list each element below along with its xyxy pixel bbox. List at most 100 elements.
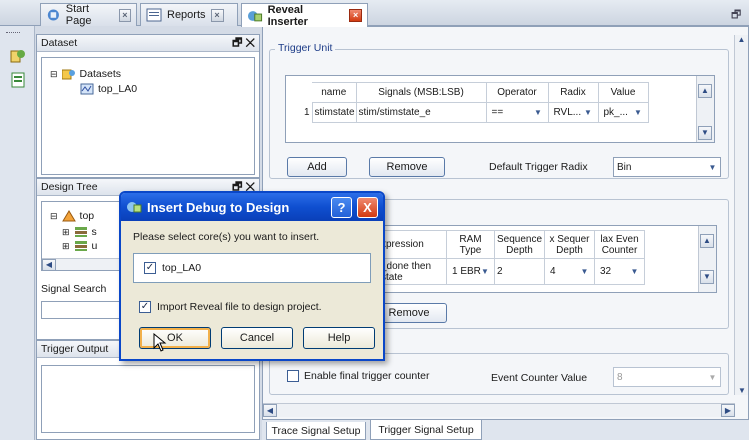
- event-counter-select[interactable]: 8 ▼: [613, 367, 721, 387]
- chevron-down-icon[interactable]: ▼: [584, 108, 593, 117]
- tree-node-child[interactable]: ⊞ u: [62, 240, 97, 252]
- main-horizontal-scrollbar[interactable]: ◀ ▶: [263, 403, 735, 417]
- scroll-right-icon[interactable]: ▶: [721, 404, 735, 417]
- core-checkbox[interactable]: ✓: [144, 262, 156, 274]
- ram-type-select[interactable]: 1 EBR ▼: [449, 263, 492, 280]
- tree-node-datasets[interactable]: ⊟ Datasets: [50, 68, 121, 80]
- restore-window-icon[interactable]: 🗗: [731, 6, 741, 25]
- cancel-button[interactable]: Cancel: [221, 327, 293, 349]
- column-header[interactable]: Operator: [485, 82, 549, 103]
- float-icon[interactable]: 🗗: [232, 37, 242, 49]
- column-header[interactable]: name: [312, 82, 357, 103]
- tab-trace-signal-setup[interactable]: Trace Signal Setup: [266, 422, 366, 440]
- import-reveal-option[interactable]: ✓ Import Reveal file to design project.: [139, 301, 322, 313]
- remove-trigger-unit-button[interactable]: Remove: [369, 157, 445, 177]
- tree-node-child[interactable]: ⊞ s: [62, 226, 97, 238]
- signals-cell[interactable]: stim/stimstate_e: [355, 102, 487, 123]
- default-radix-select[interactable]: Bin ▼: [613, 157, 721, 177]
- column-header[interactable]: xpression: [378, 230, 447, 259]
- chevron-down-icon[interactable]: ▼: [634, 108, 643, 117]
- tab-reports[interactable]: Reports ×: [140, 3, 238, 26]
- import-checkbox[interactable]: ✓: [139, 301, 151, 313]
- chevron-down-icon[interactable]: ▼: [534, 108, 543, 117]
- enable-final-counter-checkbox[interactable]: [287, 370, 299, 382]
- max-event-counter-cell[interactable]: 32 ▼: [594, 258, 645, 285]
- value-cell[interactable]: pk_... ▼: [597, 102, 649, 123]
- max-event-counter-value: 32: [600, 266, 612, 277]
- close-icon[interactable]: X: [357, 196, 378, 218]
- column-header[interactable]: x Sequer Depth: [544, 230, 595, 259]
- bottom-tab-strip: Trace Signal Setup Trigger Signal Setup: [262, 420, 749, 440]
- scroll-up-icon[interactable]: ▲: [698, 84, 712, 98]
- tab-trigger-signal-setup[interactable]: Trigger Signal Setup: [370, 420, 482, 440]
- vertical-scrollbar[interactable]: ▲ ▼: [698, 226, 716, 292]
- column-header[interactable]: lax Even Counter: [594, 230, 645, 259]
- tab-label: Reveal Inserter: [267, 3, 308, 28]
- expand-icon[interactable]: ⊞: [62, 241, 70, 252]
- expand-icon[interactable]: ⊞: [62, 227, 70, 238]
- collapse-icon[interactable]: ⊟: [50, 211, 58, 222]
- max-sequence-depth-select[interactable]: 4 ▼: [547, 263, 592, 280]
- chevron-down-icon[interactable]: ▼: [630, 267, 639, 276]
- chevron-down-icon[interactable]: ▼: [580, 267, 589, 276]
- max-event-counter-select[interactable]: 32 ▼: [597, 263, 642, 280]
- column-header[interactable]: Sequence Depth: [494, 230, 545, 259]
- ok-button[interactable]: OK: [139, 327, 211, 349]
- dataset-tool-icon[interactable]: [10, 48, 26, 64]
- tab-label: Start Page: [65, 3, 92, 27]
- add-button[interactable]: Add: [287, 157, 347, 177]
- dataset-panel: Dataset 🗗 ✕ ⊟ Datasets top_LA0: [36, 34, 260, 178]
- radix-select[interactable]: RVL... ▼: [550, 104, 596, 121]
- table-header-row: xpression RAM Type Sequence Depth x Sequ…: [378, 230, 699, 259]
- max-sequence-depth-value: 4: [550, 266, 556, 277]
- ram-type-cell[interactable]: 1 EBR ▼: [446, 258, 495, 285]
- column-header[interactable]: Value: [597, 82, 649, 103]
- sequence-depth-cell[interactable]: 2: [494, 258, 545, 285]
- tree-node-top-la0[interactable]: top_LA0: [80, 83, 137, 95]
- operator-value: ==: [491, 107, 504, 118]
- main-vertical-scrollbar[interactable]: ▲ ▼: [734, 35, 748, 395]
- vertical-scrollbar[interactable]: ▲ ▼: [696, 76, 714, 142]
- scroll-left-icon[interactable]: ◀: [42, 259, 56, 271]
- table-row[interactable]: _done then state 1 EBR ▼ 2 4 ▼ 32 ▼: [378, 258, 699, 285]
- collapse-icon[interactable]: ⊟: [50, 69, 58, 80]
- tab-reveal-inserter[interactable]: Reveal Inserter ×: [241, 3, 368, 28]
- drag-handle[interactable]: [6, 32, 20, 35]
- chevron-down-icon[interactable]: ▼: [481, 267, 489, 276]
- tab-start-page[interactable]: Start Page ×: [40, 3, 137, 27]
- close-icon[interactable]: ×: [118, 8, 131, 22]
- expression-cell[interactable]: _done then state: [378, 258, 447, 285]
- panel-header: Dataset 🗗 ✕: [37, 35, 259, 52]
- close-icon[interactable]: ×: [210, 8, 224, 22]
- value-select[interactable]: pk_... ▼: [600, 104, 646, 121]
- name-cell[interactable]: stimstate: [311, 102, 357, 123]
- radix-value: RVL...: [553, 107, 582, 118]
- dialog-title-bar[interactable]: Insert Debug to Design ? X: [121, 193, 383, 221]
- column-header[interactable]: RAM Type: [446, 230, 495, 259]
- tree-node-top[interactable]: ⊟ top: [50, 210, 94, 222]
- scroll-up-icon[interactable]: ▲: [700, 234, 714, 248]
- max-sequence-depth-cell[interactable]: 4 ▼: [544, 258, 595, 285]
- chevron-down-icon[interactable]: ▼: [708, 373, 717, 382]
- document-tab-strip: Start Page × Reports × Reveal Inserter ×…: [0, 0, 749, 28]
- scroll-left-icon[interactable]: ◀: [263, 404, 277, 417]
- column-header[interactable]: Signals (MSB:LSB): [355, 82, 487, 103]
- table-row[interactable]: 1 stimstate stim/stimstate_e == ▼ RVL... ▼…: [298, 102, 698, 123]
- scroll-down-icon[interactable]: ▼: [735, 386, 749, 395]
- panel-title: Trigger Output: [41, 343, 109, 355]
- close-icon[interactable]: ×: [349, 9, 362, 22]
- scroll-down-icon[interactable]: ▼: [700, 270, 714, 284]
- help-button[interactable]: Help: [303, 327, 375, 349]
- radix-cell[interactable]: RVL... ▼: [547, 102, 599, 123]
- scroll-up-icon[interactable]: ▲: [735, 35, 748, 44]
- close-icon[interactable]: ✕: [245, 37, 255, 49]
- default-radix-value: Bin: [617, 161, 632, 173]
- scroll-down-icon[interactable]: ▼: [698, 126, 712, 140]
- column-header[interactable]: Radix: [547, 82, 599, 103]
- help-icon[interactable]: ?: [331, 196, 352, 218]
- report-tool-icon[interactable]: [10, 72, 26, 88]
- operator-cell[interactable]: == ▼: [485, 102, 549, 123]
- operator-select[interactable]: == ▼: [488, 104, 546, 121]
- enable-final-counter[interactable]: Enable final trigger counter: [287, 370, 430, 382]
- chevron-down-icon[interactable]: ▼: [708, 163, 717, 172]
